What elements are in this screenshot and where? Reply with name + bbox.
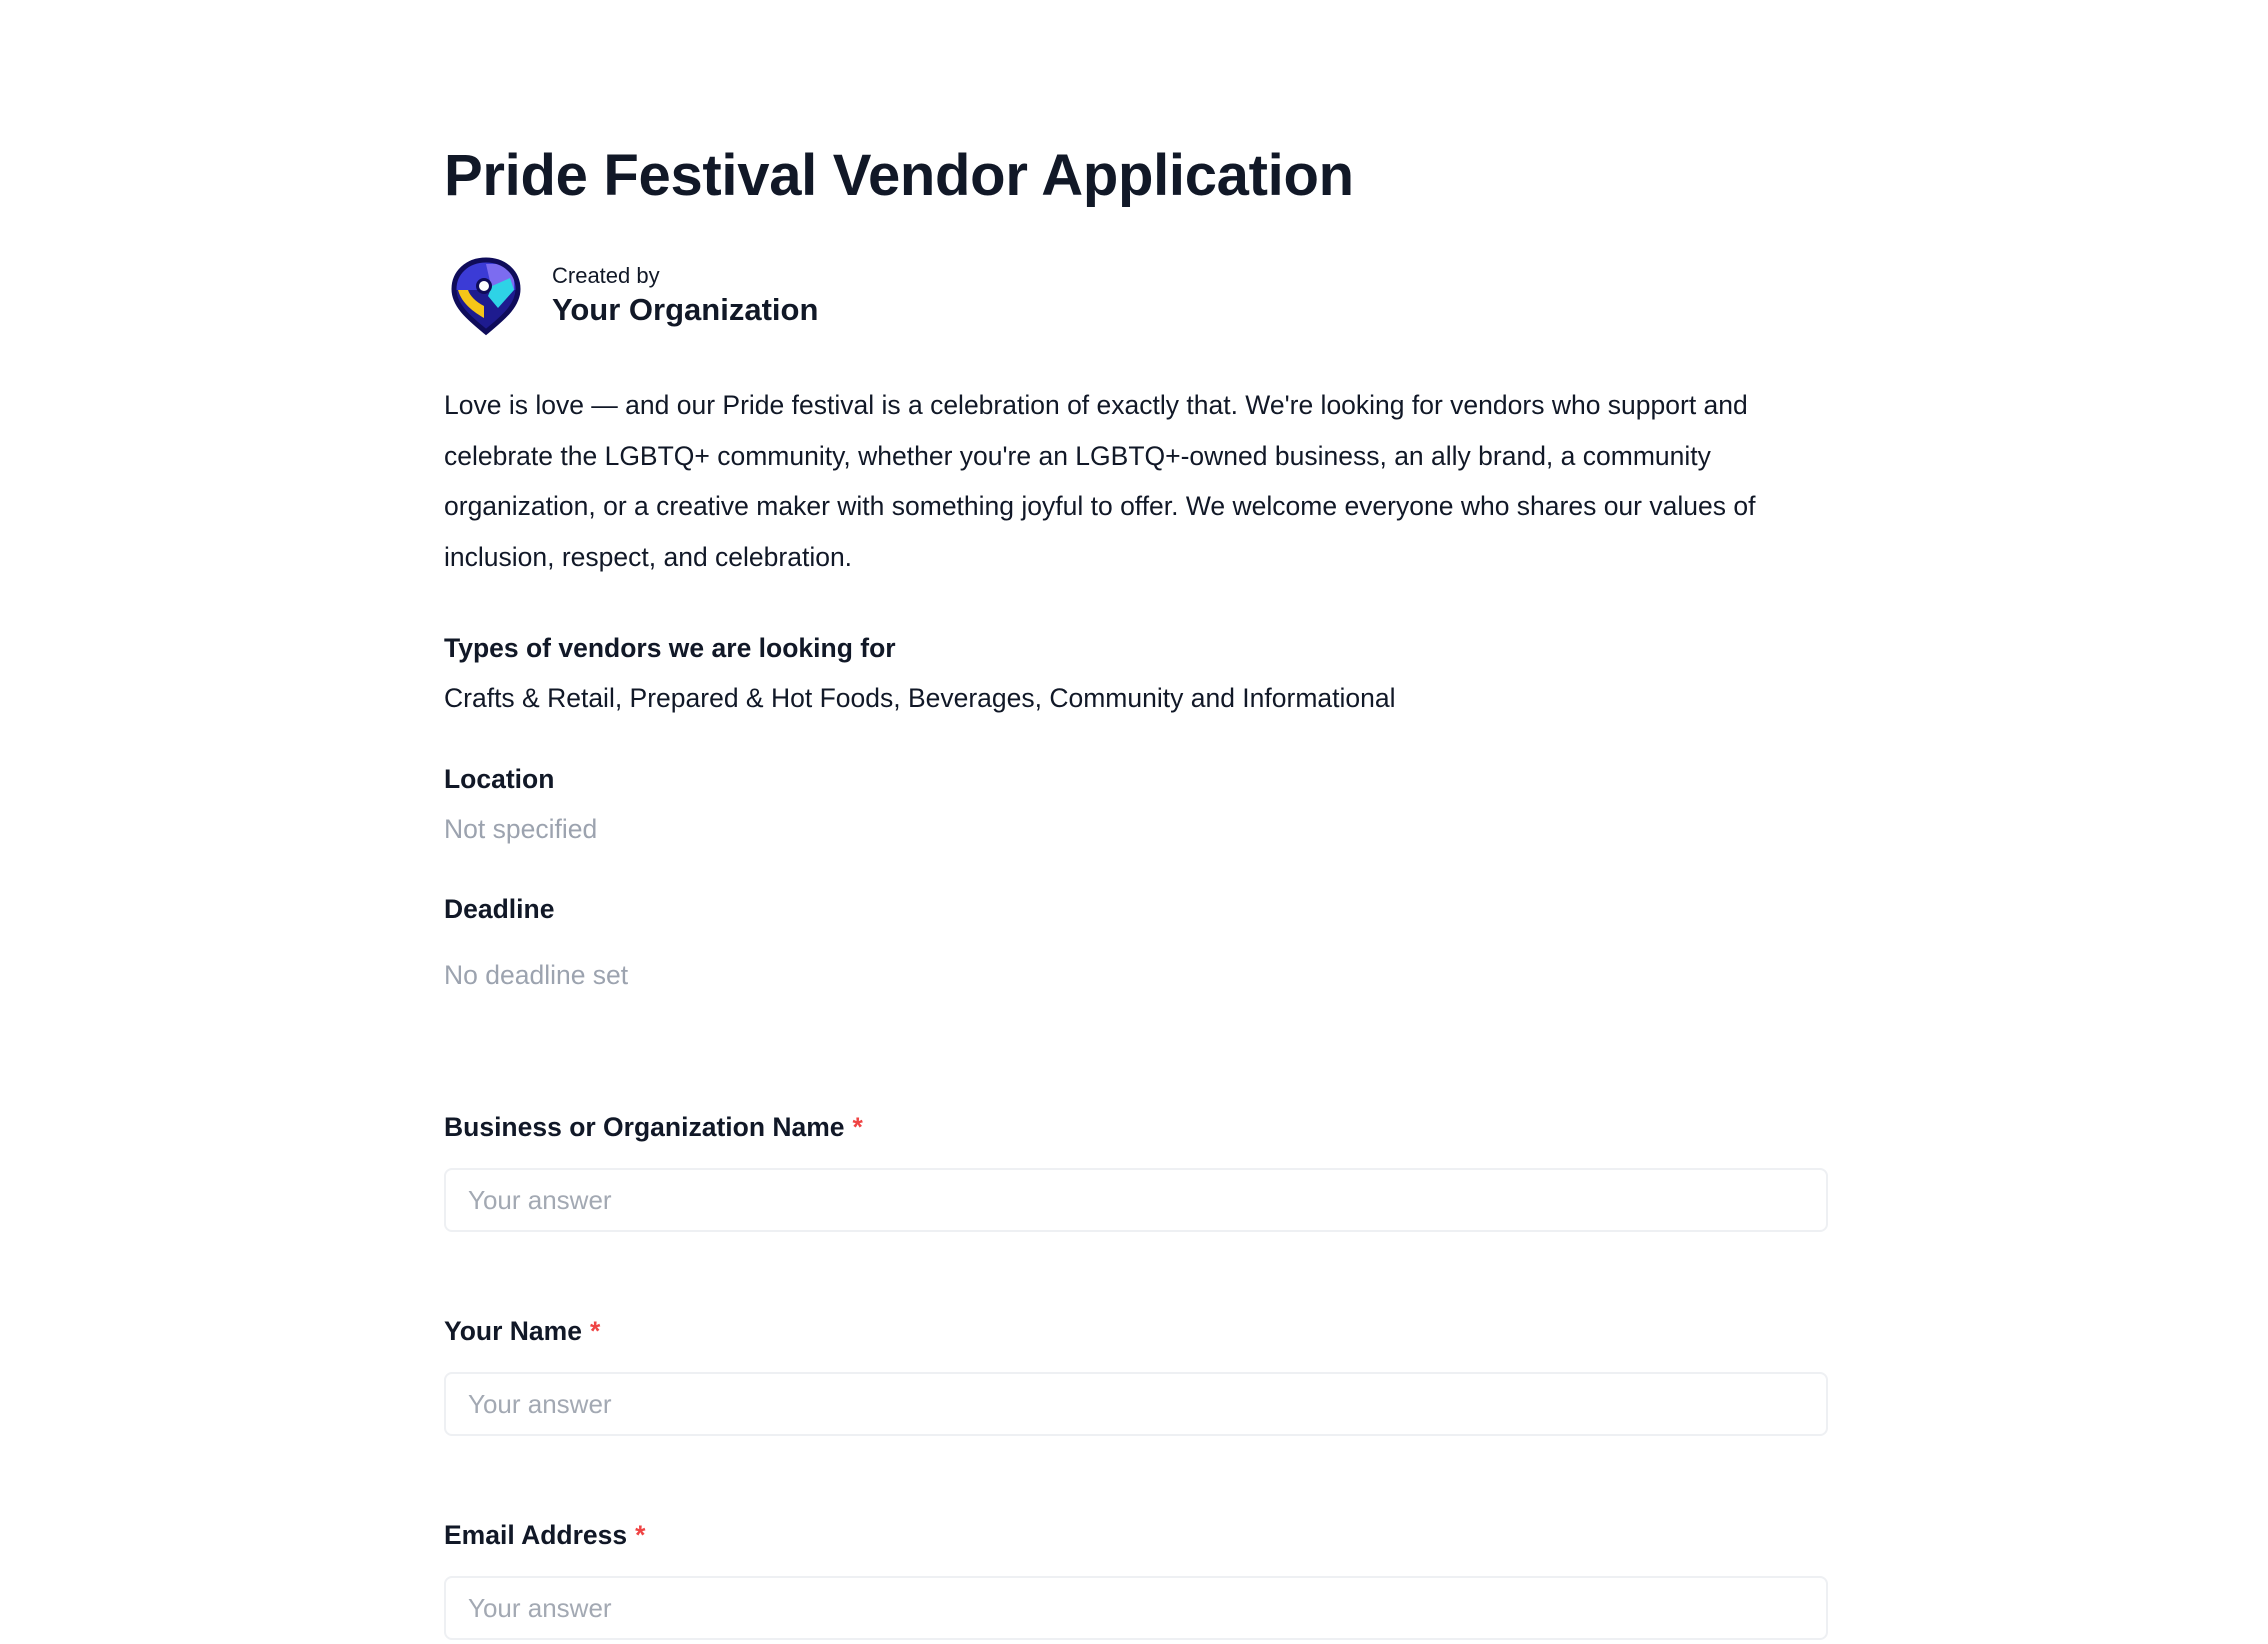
email-address-label-text: Email Address [444,1520,628,1550]
form-title: Pride Festival Vendor Application [444,143,1354,208]
form-description: Love is love — and our Pride festival is… [444,390,1756,572]
required-asterisk: * [635,1520,646,1550]
business-name-label: Business or Organization Name * [444,1109,863,1145]
business-name-label-text: Business or Organization Name [444,1112,845,1142]
organization-logo-icon [451,257,521,336]
created-by-label: Created by [552,263,660,288]
organization-name: Your Organization [552,292,819,327]
required-asterisk: * [589,1316,601,1346]
required-asterisk: * [852,1112,863,1142]
vendor-types-label: Types of vendors we are looking for [444,633,896,663]
your-name-input[interactable] [444,1372,1828,1436]
creator-block: Created by Your Organization [444,256,818,336]
your-name-label: Your Name * [444,1313,600,1349]
creator-text: Created by Your Organization [552,262,818,330]
email-address-label: Email Address * [444,1517,645,1553]
vendor-types-value: Crafts & Retail, Prepared & Hot Foods, B… [444,683,1396,713]
location-value: Not specified [444,814,598,844]
business-name-input[interactable] [444,1168,1828,1232]
deadline-value: No deadline set [444,960,629,990]
your-name-label-text: Your Name [444,1316,582,1346]
email-address-input[interactable] [444,1576,1828,1640]
location-label: Location [444,764,555,794]
deadline-label: Deadline [444,894,555,924]
